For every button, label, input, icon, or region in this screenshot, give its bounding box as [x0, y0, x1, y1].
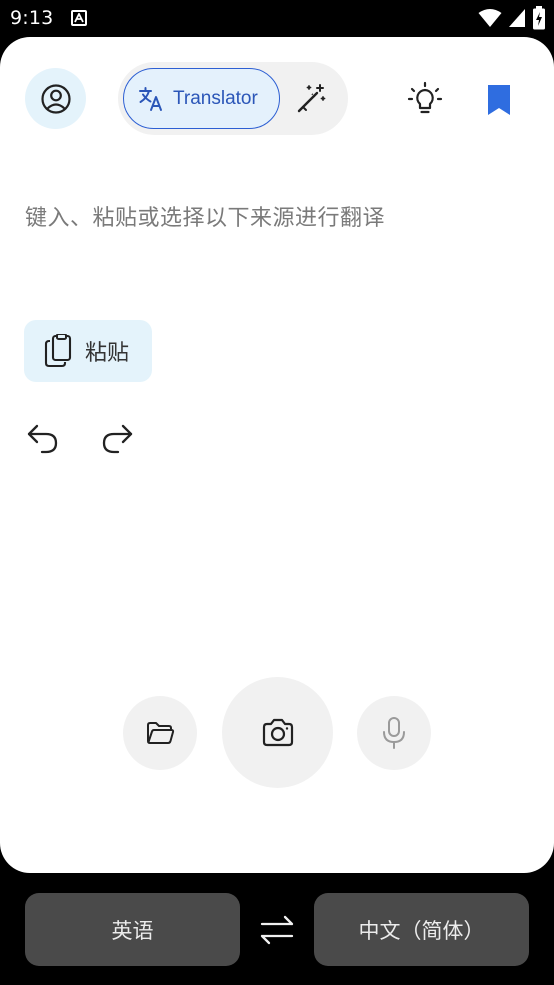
translator-mode-button[interactable]: Translator	[123, 68, 280, 129]
app-screen: 9:13 Translator 键入、粘贴或选择以下来源进行翻译 粘贴 英语 中…	[0, 0, 554, 985]
camera-button[interactable]	[222, 677, 333, 788]
swap-arrows-icon	[260, 915, 294, 945]
status-bar: 9:13	[0, 0, 554, 36]
paste-button[interactable]: 粘贴	[24, 320, 152, 382]
translator-mode-label: Translator	[173, 87, 258, 109]
magic-wand-icon	[297, 84, 326, 113]
swap-languages-button[interactable]	[257, 913, 297, 947]
magic-mode-button[interactable]	[295, 83, 327, 115]
open-file-button[interactable]	[123, 696, 197, 770]
bookmark-button[interactable]	[480, 81, 518, 119]
folder-icon	[147, 722, 175, 744]
main-card: Translator 键入、粘贴或选择以下来源进行翻译 粘贴	[0, 37, 554, 873]
target-language-button[interactable]: 中文（简体）	[314, 893, 529, 966]
tips-button[interactable]	[406, 81, 444, 119]
undo-button[interactable]	[25, 420, 61, 456]
cellular-signal-icon	[509, 9, 525, 27]
source-language-button[interactable]: 英语	[25, 893, 240, 966]
redo-icon	[102, 424, 133, 454]
source-text-input[interactable]: 键入、粘贴或选择以下来源进行翻译	[25, 200, 385, 232]
account-circle-icon	[40, 83, 71, 114]
bookmark-icon	[488, 85, 510, 115]
redo-button[interactable]	[99, 420, 135, 456]
translate-icon	[139, 86, 162, 111]
account-button[interactable]	[25, 68, 86, 129]
lightbulb-icon	[407, 81, 443, 114]
a-notification-icon	[71, 10, 87, 26]
clipboard-icon	[44, 334, 72, 368]
undo-icon	[27, 424, 58, 454]
paste-label: 粘贴	[85, 341, 130, 366]
status-icons	[478, 6, 546, 30]
microphone-button[interactable]	[357, 696, 431, 770]
language-bar: 英语 中文（简体）	[0, 873, 554, 985]
camera-icon	[262, 718, 293, 746]
wifi-icon	[478, 9, 502, 27]
mode-toggle: Translator	[118, 62, 348, 135]
microphone-icon	[383, 717, 405, 749]
battery-charging-icon	[533, 6, 545, 30]
status-time: 9:13	[10, 7, 54, 29]
